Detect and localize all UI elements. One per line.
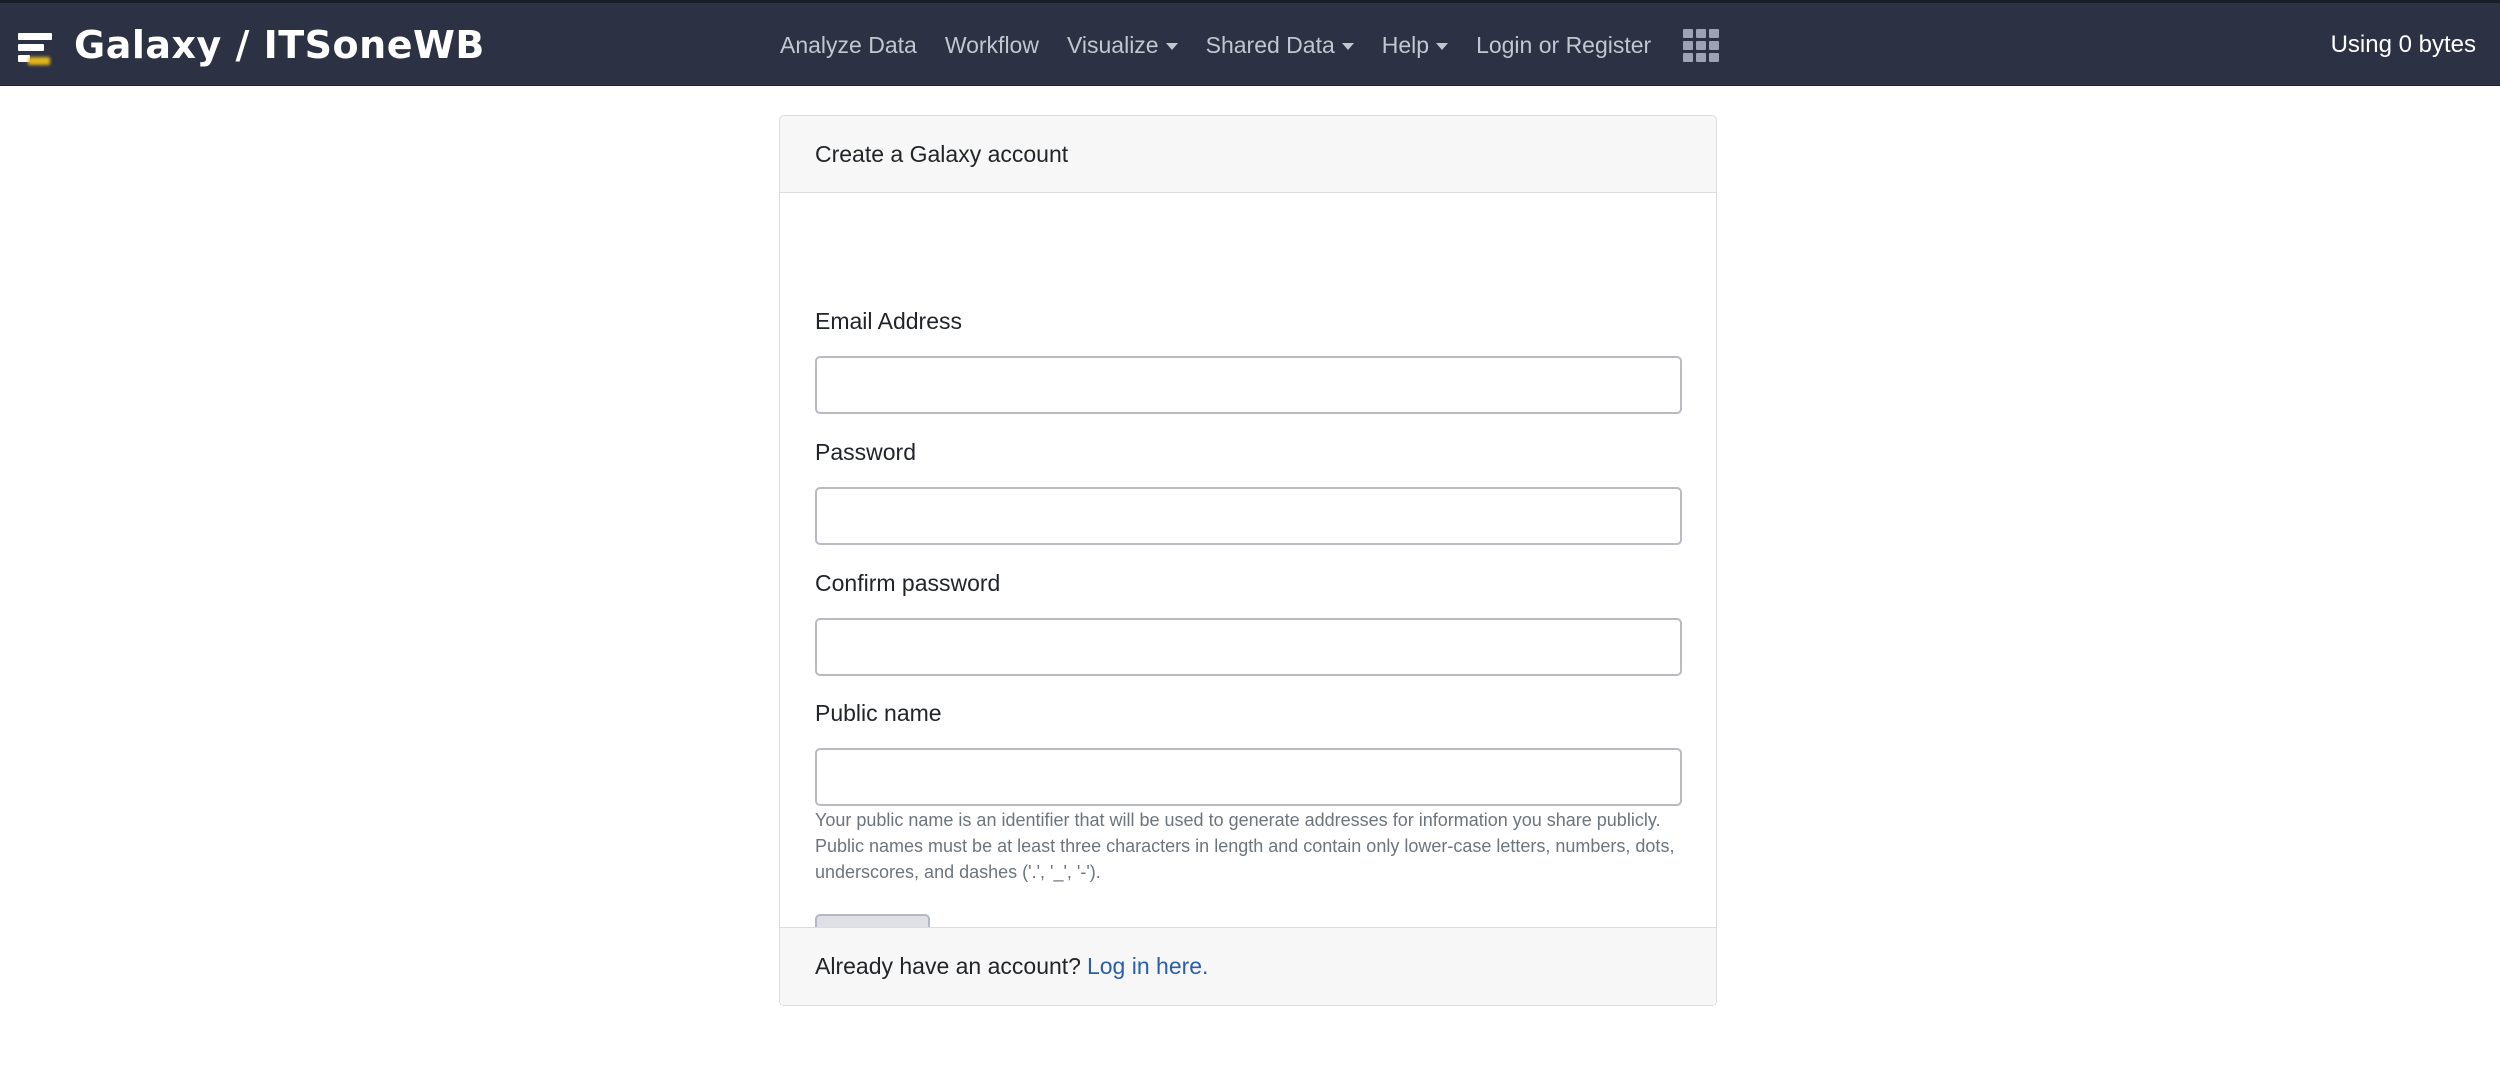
public-name-help: Your public name is an identifier that w… xyxy=(815,810,1675,882)
public-name-group: Public name xyxy=(815,698,1682,806)
public-name-field[interactable] xyxy=(815,748,1682,806)
login-link[interactable]: Log in here. xyxy=(1087,953,1208,980)
nav-analyze-data[interactable]: Analyze Data xyxy=(766,32,931,59)
password-field[interactable] xyxy=(815,487,1682,545)
card-title: Create a Galaxy account xyxy=(815,140,1069,167)
email-field[interactable] xyxy=(815,356,1682,414)
public-name-label: Public name xyxy=(815,700,942,726)
password-label: Password xyxy=(815,439,916,465)
brand-home-link[interactable]: Galaxy / ITSoneWB xyxy=(14,17,485,73)
nav-workflow[interactable]: Workflow xyxy=(931,32,1053,59)
caret-down-icon xyxy=(1436,42,1449,50)
email-label: Email Address xyxy=(815,308,963,334)
brand-title: Galaxy / ITSoneWB xyxy=(74,23,485,67)
nav-label: Visualize xyxy=(1066,31,1159,58)
email-group: Email Address xyxy=(815,306,1682,414)
caret-down-icon xyxy=(1341,42,1354,50)
nav-login-register[interactable]: Login or Register xyxy=(1462,32,1665,59)
nav-visualize[interactable]: Visualize xyxy=(1053,32,1192,59)
nav-label: Help xyxy=(1381,31,1430,58)
nav-label: Shared Data xyxy=(1205,31,1335,58)
nav-label: Analyze Data xyxy=(780,31,917,58)
nav-label: Login or Register xyxy=(1476,31,1652,58)
confirm-password-group: Confirm password xyxy=(815,568,1682,676)
nav-shared-data[interactable]: Shared Data xyxy=(1192,32,1368,59)
main-nav: Analyze Data Workflow Visualize Shared D… xyxy=(766,17,1723,73)
galaxy-logo-icon xyxy=(14,21,62,69)
register-form: Email Address Password Confirm password … xyxy=(780,193,1716,971)
password-group: Password xyxy=(815,437,1682,545)
masthead: Galaxy / ITSoneWB Analyze Data Workflow … xyxy=(0,0,2500,86)
quota-meter[interactable]: Using 0 bytes xyxy=(2331,17,2476,73)
card-header: Create a Galaxy account xyxy=(780,116,1716,193)
footer-text: Already have an account? xyxy=(815,953,1081,979)
nav-label: Workflow xyxy=(944,31,1039,58)
register-card: Create a Galaxy account Email Address Pa… xyxy=(779,115,1717,1006)
nav-help[interactable]: Help xyxy=(1368,32,1462,59)
card-footer: Already have an account? Log in here. xyxy=(780,927,1716,1005)
confirm-password-field[interactable] xyxy=(815,618,1682,676)
caret-down-icon xyxy=(1165,42,1178,50)
grid-apps-icon[interactable] xyxy=(1679,28,1723,62)
confirm-password-label: Confirm password xyxy=(815,570,1001,596)
